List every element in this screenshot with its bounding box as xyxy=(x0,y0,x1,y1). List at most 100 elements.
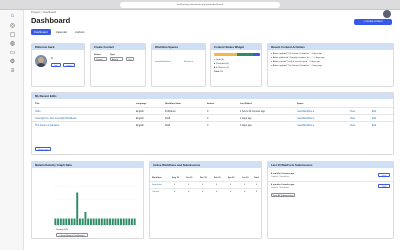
workflow-cell: 0 xyxy=(244,191,246,193)
workflow-cell: 0 xyxy=(216,184,218,186)
submission-title: 4 months 6 weeks ago xyxy=(271,184,295,186)
action-select[interactable]: Create xyxy=(94,57,107,61)
comments-icon[interactable]: ▭ xyxy=(9,50,16,57)
logout-button[interactable]: Logout xyxy=(63,63,75,67)
status-progress-bar xyxy=(214,53,260,56)
welcome-name: A xyxy=(51,57,53,60)
chart-bar xyxy=(89,218,92,225)
view-link[interactable]: View xyxy=(350,117,355,120)
action-label: Action xyxy=(94,54,101,56)
table-row-space[interactable]: newsWorkflow ▾ xyxy=(297,124,314,127)
chart-bar xyxy=(95,218,98,225)
view-link[interactable]: View xyxy=(350,110,355,113)
workflow-cell: 0 xyxy=(202,184,204,186)
view-all-submissions-button[interactable]: View All Submissions xyxy=(271,193,295,197)
view-submission-button[interactable]: View xyxy=(378,184,390,188)
active-workflows-title: Active Workflows and Submissions xyxy=(150,162,261,168)
workflow-cell: 0 xyxy=(174,191,176,193)
tab-bar: Dashboard Calendar Authors xyxy=(31,29,88,35)
workflow-row-name[interactable]: Contest xyxy=(152,191,159,193)
user-avatar[interactable] xyxy=(383,10,391,18)
pages-icon[interactable]: ▢ xyxy=(9,32,16,39)
create-content-card: Create Content Action Create Type Articl… xyxy=(90,43,146,87)
workflow-cell: 0 xyxy=(230,191,232,193)
graph-title: Materio/Activity Graph Data xyxy=(32,162,143,168)
chart-bar xyxy=(76,192,79,225)
workflow-cell: 0 xyxy=(256,191,258,193)
media-icon[interactable]: ◍ xyxy=(9,41,16,48)
status-segment-review xyxy=(253,53,260,56)
submission-title: 4 months 6 weeks ago xyxy=(271,173,295,175)
view-submission-button[interactable]: View xyxy=(378,173,390,177)
edit-link[interactable]: Edit xyxy=(372,124,376,127)
dashboard-icon[interactable]: ◎ xyxy=(9,23,16,30)
recent-activities-card: Recent Content Activities ● Admin update… xyxy=(267,43,394,87)
browser-bar: localhost/wp-admin/index.php?page=dashbo… xyxy=(0,0,400,10)
table-row-lang: English xyxy=(136,117,144,120)
status-segment-published xyxy=(237,53,254,56)
chart-bar xyxy=(103,218,106,225)
col-period: Dec 15 xyxy=(200,177,207,179)
submission-sub: Contest · Newsletter xyxy=(271,176,290,178)
table-row-space[interactable]: newsWorkflow ▾ xyxy=(297,117,314,120)
tab-dashboard[interactable]: Dashboard xyxy=(31,29,51,35)
legend-review: ■ In Review (2) xyxy=(214,67,229,69)
table-row-author: 0 xyxy=(207,117,209,120)
recent-edits-card: My Recent Edits Title Language Workflow … xyxy=(31,92,394,155)
content-status-card: Content Status Widget ■ Draft (6) ■ Publ… xyxy=(210,43,262,87)
tab-calendar[interactable]: Calendar xyxy=(53,29,70,35)
chart-bar xyxy=(57,218,60,225)
chart-bar xyxy=(133,218,136,225)
edit-link[interactable]: Edit xyxy=(372,110,376,113)
status-total: Total: 11 xyxy=(214,71,223,73)
activity-item: ● Admin created "Draft of annual report"… xyxy=(271,61,320,63)
settings-icon[interactable]: ≡ xyxy=(9,68,16,75)
side-rail: ⌂ ◎ ▢ ◍ ▭ ⚙ ≡ xyxy=(0,10,24,250)
recent-activities-title: Recent Content Activities xyxy=(268,44,393,50)
workflow-spaces-card: Workflow Spaces newsWorkflow ▾ Review ▾ xyxy=(151,43,206,87)
chart-bar xyxy=(68,218,70,225)
table-row-title[interactable]: The Future of Gardens xyxy=(35,124,59,127)
table-row-lang: English xyxy=(136,124,144,127)
chart-x-label: January 2024 xyxy=(56,229,69,231)
wp-logo-icon[interactable]: ⌂ xyxy=(9,13,16,20)
table-row-title[interactable]: Overnight vs. Non-overnight Workflows xyxy=(35,117,76,120)
chart-bar xyxy=(73,218,76,225)
review-select[interactable]: Review ▾ xyxy=(184,60,193,63)
workflow-row-name[interactable]: Newsletter xyxy=(152,184,162,186)
active-workflows-card: Active Workflows and Submissions Workflo… xyxy=(149,161,262,239)
tab-authors[interactable]: Authors xyxy=(72,29,88,35)
workflow-space-select[interactable]: newsWorkflow ▾ xyxy=(155,60,171,63)
show-more-button[interactable]: Show more xyxy=(35,147,51,151)
edit-link[interactable]: Edit xyxy=(372,117,376,120)
breadcrumb[interactable]: Projects > Dashboard xyxy=(31,11,56,14)
create-content-title: Create Content xyxy=(91,44,145,50)
chart-bar xyxy=(114,218,117,225)
table-row-edited: 4 hours 48 minutes ago xyxy=(240,110,265,113)
activity-chart xyxy=(54,172,136,226)
edit-profile-button[interactable]: Edit xyxy=(51,63,61,67)
table-row-author: 0 xyxy=(207,124,209,127)
col-workflow: Workflow xyxy=(152,177,162,179)
type-select[interactable]: Article xyxy=(110,57,123,61)
col-language: Language xyxy=(136,103,147,105)
table-row-space[interactable]: newsWorkflow ▾ xyxy=(297,110,314,113)
address-bar[interactable]: localhost/wp-admin/index.php?page=dashbo… xyxy=(120,2,280,8)
chart-bar xyxy=(65,218,68,225)
table-row-title[interactable]: Hello xyxy=(35,110,40,113)
table-row-state: Draft xyxy=(165,124,171,127)
col-author: Author xyxy=(207,103,215,105)
open-dashboard-button[interactable]: Open Materio Dashboard xyxy=(56,233,88,237)
chart-bar xyxy=(84,212,87,225)
chart-bar xyxy=(92,218,95,225)
activity-item: ● Admin updated "The Future of Gardens" … xyxy=(271,65,322,67)
chart-bar xyxy=(70,218,73,225)
table-row-state: Published xyxy=(165,110,176,113)
view-link[interactable]: View xyxy=(350,124,355,127)
tools-icon[interactable]: ⚙ xyxy=(9,59,16,66)
col-period: Apr 16 xyxy=(228,177,235,179)
create-content-button[interactable]: + Create content xyxy=(354,19,392,25)
go-button[interactable]: Go xyxy=(126,57,134,61)
chart-bar xyxy=(98,218,101,225)
page-title: Dashboard xyxy=(31,16,71,25)
